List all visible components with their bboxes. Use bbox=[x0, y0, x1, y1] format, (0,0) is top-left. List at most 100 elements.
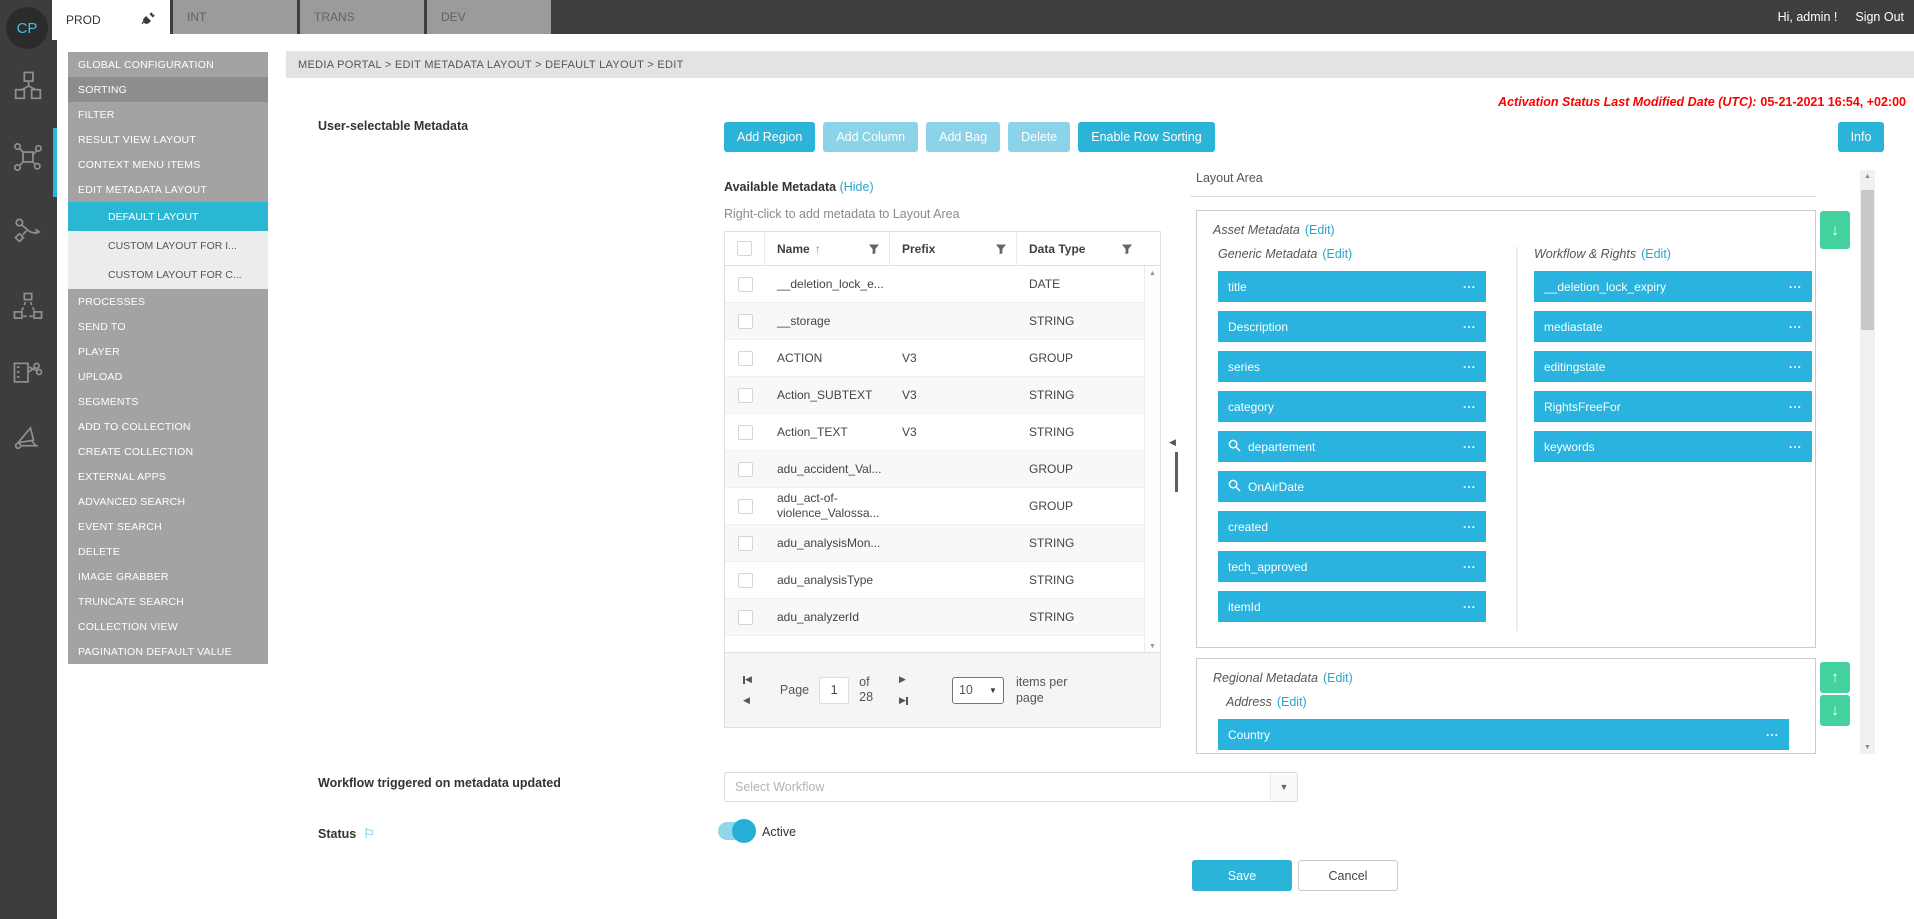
add-region-button[interactable]: Add Region bbox=[724, 122, 815, 152]
panel-splitter[interactable] bbox=[1175, 452, 1178, 492]
collapse-panel-icon[interactable]: ◀ bbox=[1169, 437, 1176, 448]
chip-country[interactable]: Country bbox=[1218, 719, 1789, 750]
row-checkbox[interactable] bbox=[738, 314, 753, 329]
sidebar-item-global-configuration[interactable]: GLOBAL CONFIGURATION bbox=[68, 52, 268, 77]
sidebar-item-pagination-default-value[interactable]: PAGINATION DEFAULT VALUE bbox=[68, 639, 268, 664]
sidebar-item-external-apps[interactable]: EXTERNAL APPS bbox=[68, 464, 268, 489]
chip-tech-approved[interactable]: tech_approved bbox=[1218, 551, 1486, 582]
chip-options-icon[interactable] bbox=[1789, 280, 1802, 294]
scroll-down-icon[interactable]: ▼ bbox=[1145, 643, 1160, 650]
info-button[interactable]: Info bbox=[1838, 122, 1884, 152]
row-checkbox[interactable] bbox=[738, 573, 753, 588]
chip-options-icon[interactable] bbox=[1463, 360, 1476, 374]
sidebar-item-filter[interactable]: FILTER bbox=[68, 102, 268, 127]
table-row[interactable]: Action_TEXTV3STRING bbox=[725, 414, 1160, 451]
chip-onairdate[interactable]: OnAirDate bbox=[1218, 471, 1486, 502]
sidebar-item-player[interactable]: PLAYER bbox=[68, 339, 268, 364]
flag-icon[interactable]: ⚐ bbox=[363, 826, 375, 842]
chip-category[interactable]: category bbox=[1218, 391, 1486, 422]
chip-options-icon[interactable] bbox=[1463, 440, 1476, 454]
tab-trans[interactable]: TRANS bbox=[300, 0, 424, 34]
chip-rightsfreefor[interactable]: RightsFreeFor bbox=[1534, 391, 1812, 422]
filter-icon[interactable] bbox=[1121, 243, 1133, 255]
first-page-button[interactable]: ◀ bbox=[743, 675, 752, 684]
row-checkbox[interactable] bbox=[738, 277, 753, 292]
table-row[interactable]: adu_act-of-violence_Valossa...GROUP bbox=[725, 488, 1160, 525]
chip-options-icon[interactable] bbox=[1463, 400, 1476, 414]
sidebar-item-context-menu-items[interactable]: CONTEXT MENU ITEMS bbox=[68, 152, 268, 177]
row-checkbox[interactable] bbox=[738, 351, 753, 366]
cancel-button[interactable]: Cancel bbox=[1298, 860, 1398, 891]
chip-series[interactable]: series bbox=[1218, 351, 1486, 382]
sidebar-item-advanced-search[interactable]: ADVANCED SEARCH bbox=[68, 489, 268, 514]
chip-departement[interactable]: departement bbox=[1218, 431, 1486, 462]
table-scrollbar[interactable]: ▲ ▼ bbox=[1144, 266, 1160, 654]
chip-created[interactable]: created bbox=[1218, 511, 1486, 542]
table-row[interactable]: __deletion_lock_e...DATE bbox=[725, 266, 1160, 303]
sidebar-item-upload[interactable]: UPLOAD bbox=[68, 364, 268, 389]
tab-prod[interactable]: PROD bbox=[52, 0, 170, 40]
status-toggle[interactable] bbox=[718, 822, 754, 840]
scroll-up-icon[interactable]: ▲ bbox=[1860, 173, 1875, 180]
move-region-down-button[interactable] bbox=[1820, 695, 1850, 726]
scroll-up-icon[interactable]: ▲ bbox=[1145, 270, 1160, 277]
row-checkbox[interactable] bbox=[738, 462, 753, 477]
chip-options-icon[interactable] bbox=[1789, 400, 1802, 414]
chip-editingstate[interactable]: editingstate bbox=[1534, 351, 1812, 382]
sidebar-item-image-grabber[interactable]: IMAGE GRABBER bbox=[68, 564, 268, 589]
chip-itemid[interactable]: itemId bbox=[1218, 591, 1486, 622]
assets-cubes-icon[interactable] bbox=[12, 70, 44, 102]
sidebar-item-event-search[interactable]: EVENT SEARCH bbox=[68, 514, 268, 539]
table-row[interactable]: adu_analysisTypeSTRING bbox=[725, 562, 1160, 599]
chip-mediastate[interactable]: mediastate bbox=[1534, 311, 1812, 342]
sidebar-item-default-layout[interactable]: DEFAULT LAYOUT bbox=[68, 202, 268, 231]
workflow-select[interactable]: Select Workflow ▼ bbox=[724, 772, 1298, 802]
sidebar-item-send-to[interactable]: SEND TO bbox=[68, 314, 268, 339]
add-column-button[interactable]: Add Column bbox=[823, 122, 918, 152]
sidebar-item-result-view-layout[interactable]: RESULT VIEW LAYOUT bbox=[68, 127, 268, 152]
sidebar-item-custom-layout-for-i[interactable]: CUSTOM LAYOUT FOR I... bbox=[68, 231, 268, 260]
enable-row-sorting-button[interactable]: Enable Row Sorting bbox=[1078, 122, 1214, 152]
sidebar-item-delete[interactable]: DELETE bbox=[68, 539, 268, 564]
select-all-checkbox[interactable] bbox=[737, 241, 752, 256]
scroll-down-icon[interactable]: ▼ bbox=[1860, 744, 1875, 751]
group-edit-link[interactable]: (Edit) bbox=[1322, 247, 1352, 261]
sidebar-item-processes[interactable]: PROCESSES bbox=[68, 289, 268, 314]
chip-options-icon[interactable] bbox=[1463, 280, 1476, 294]
chip-options-icon[interactable] bbox=[1766, 728, 1779, 742]
chip-title[interactable]: title bbox=[1218, 271, 1486, 302]
column-header-name[interactable]: Name ↑ bbox=[765, 232, 890, 265]
chip-description[interactable]: Description bbox=[1218, 311, 1486, 342]
next-page-button[interactable]: ▶ bbox=[899, 675, 908, 684]
chip-options-icon[interactable] bbox=[1463, 320, 1476, 334]
page-size-select[interactable]: 10 ▼ bbox=[952, 677, 1004, 704]
tab-dev[interactable]: DEV bbox=[427, 0, 551, 34]
move-region-down-button[interactable] bbox=[1820, 211, 1850, 249]
media-editing-icon[interactable] bbox=[12, 356, 44, 388]
filter-icon[interactable] bbox=[868, 243, 880, 255]
metadata-network-icon[interactable] bbox=[12, 141, 44, 173]
sidebar-item-custom-layout-for-c[interactable]: CUSTOM LAYOUT FOR C... bbox=[68, 260, 268, 289]
row-checkbox[interactable] bbox=[738, 388, 753, 403]
chip-options-icon[interactable] bbox=[1463, 600, 1476, 614]
chip-options-icon[interactable] bbox=[1789, 360, 1802, 374]
table-row[interactable]: ACTIONV3GROUP bbox=[725, 340, 1160, 377]
chip-keywords[interactable]: keywords bbox=[1534, 431, 1812, 462]
table-row[interactable]: Action_SUBTEXTV3STRING bbox=[725, 377, 1160, 414]
previous-page-button[interactable]: ◀ bbox=[743, 696, 752, 705]
sidebar-item-segments[interactable]: SEGMENTS bbox=[68, 389, 268, 414]
process-cycle-icon[interactable] bbox=[12, 291, 44, 323]
chip-deletion-lock-expiry[interactable]: __deletion_lock_expiry bbox=[1534, 271, 1812, 302]
filter-icon[interactable] bbox=[995, 243, 1007, 255]
chip-options-icon[interactable] bbox=[1463, 520, 1476, 534]
sidebar-item-truncate-search[interactable]: TRUNCATE SEARCH bbox=[68, 589, 268, 614]
sidebar-item-sorting[interactable]: SORTING bbox=[68, 77, 268, 102]
tab-int[interactable]: INT bbox=[173, 0, 297, 34]
add-bag-button[interactable]: Add Bag bbox=[926, 122, 1000, 152]
layout-area-scrollbar[interactable]: ▲ ▼ bbox=[1860, 170, 1875, 754]
chip-options-icon[interactable] bbox=[1789, 320, 1802, 334]
routing-icon[interactable] bbox=[12, 214, 44, 246]
region-edit-link[interactable]: (Edit) bbox=[1323, 671, 1353, 685]
sign-out-link[interactable]: Sign Out bbox=[1855, 10, 1904, 24]
delete-button[interactable]: Delete bbox=[1008, 122, 1070, 152]
